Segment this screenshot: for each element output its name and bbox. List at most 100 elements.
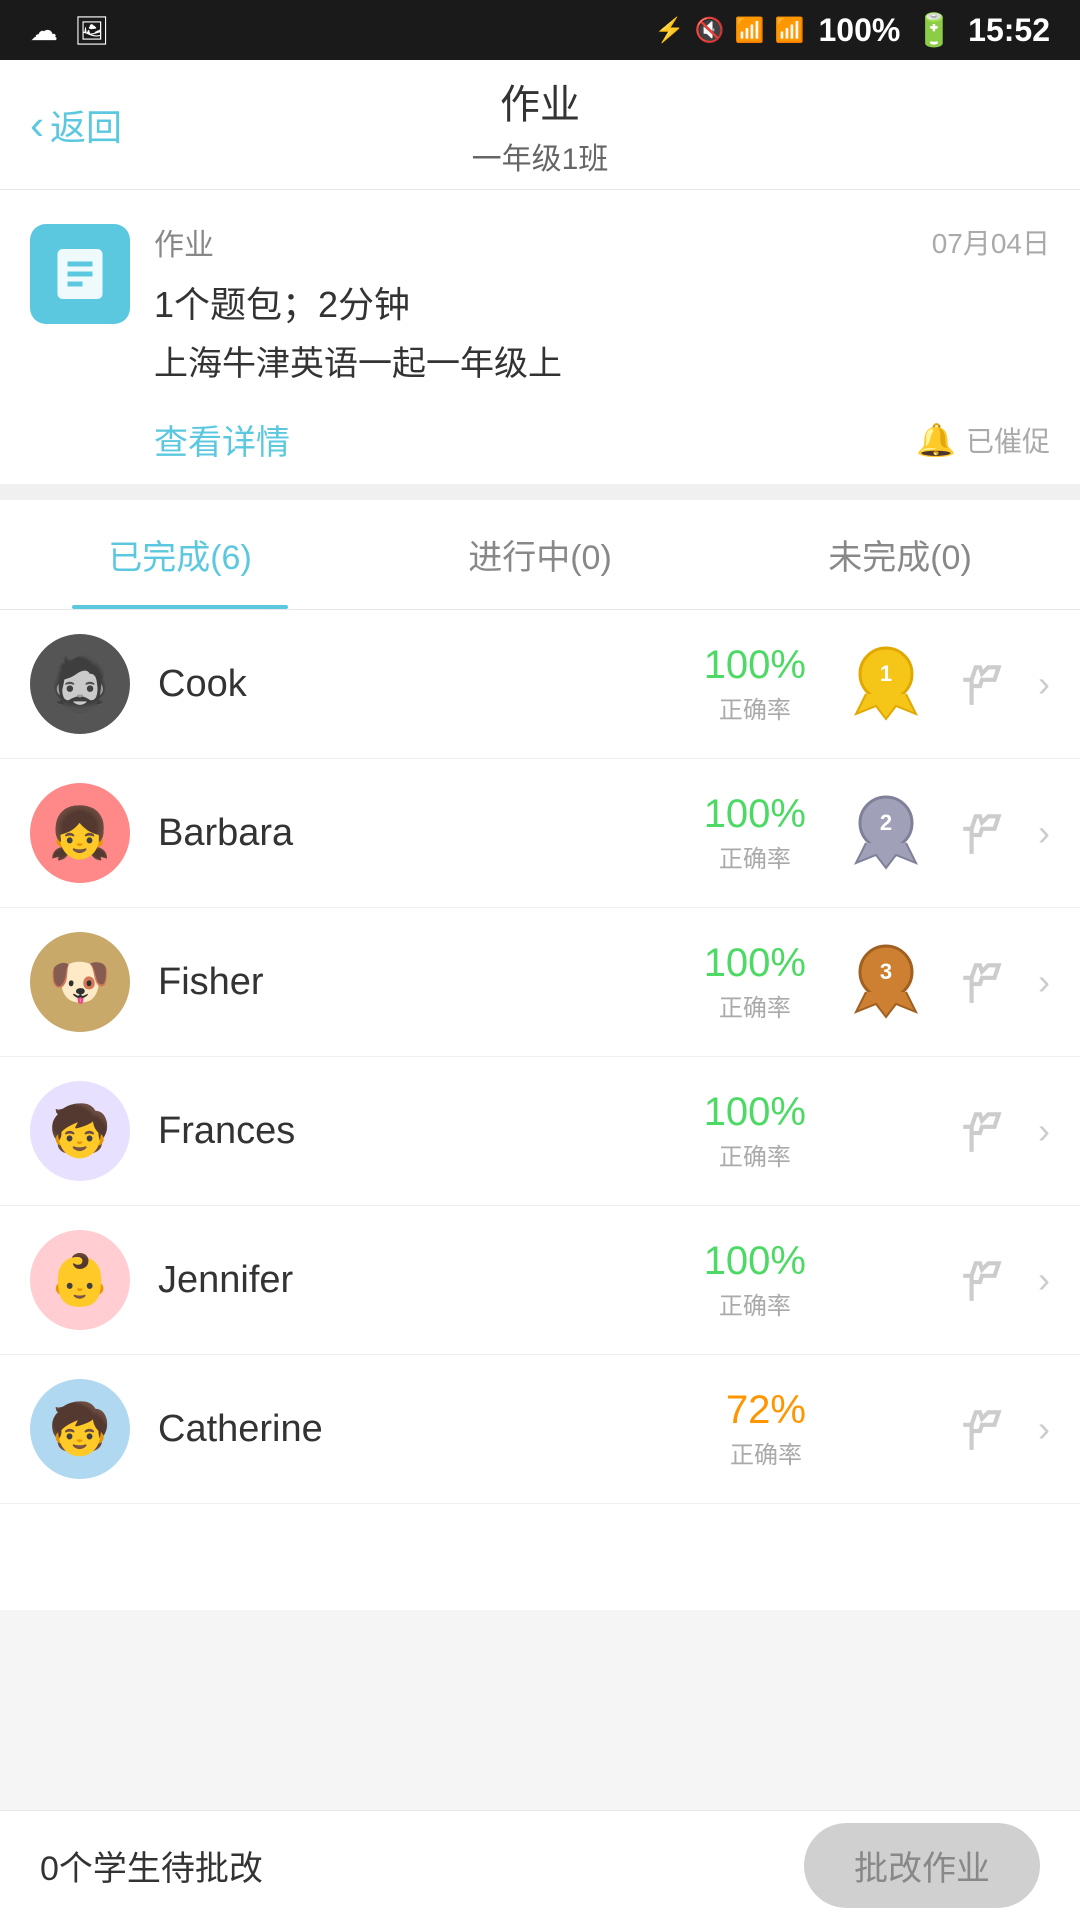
table-row[interactable]: 🐶 Fisher 100% 正确率 3 › (0, 908, 1080, 1057)
score-label: 正确率 (730, 1435, 802, 1470)
student-name: Catherine (158, 1408, 726, 1451)
chevron-right-icon: › (1038, 1408, 1050, 1450)
nav-header: ‹ 返回 作业 一年级1班 (0, 60, 1080, 190)
status-right-info: ⚡ 🔇 📶 📶 100% 🔋 15:52 (655, 11, 1050, 49)
chevron-right-icon: › (1038, 663, 1050, 705)
score-label: 正确率 (719, 839, 791, 874)
score-block: 100% 正确率 (704, 1090, 806, 1172)
no-medal-placeholder (846, 1240, 926, 1320)
student-name: Jennifer (158, 1259, 704, 1302)
pending-text: 0个学生待批改 (40, 1841, 263, 1890)
tab-completed[interactable]: 已完成(6) (0, 500, 360, 609)
avatar: 👶 (30, 1230, 130, 1330)
time-display: 15:52 (968, 12, 1050, 49)
silver-medal-icon: 2 (846, 793, 926, 873)
score-block: 100% 正确率 (704, 941, 806, 1023)
mute-icon: 🔇 (695, 16, 725, 45)
svg-text:1: 1 (880, 661, 892, 686)
student-score: 100% (704, 1090, 806, 1135)
status-connectivity: ⚡ 🔇 📶 📶 (655, 16, 805, 45)
student-score: 100% (704, 941, 806, 986)
page-subtitle: 一年级1班 (472, 134, 609, 178)
homework-card: 作业 07月04日 1个题包；2分钟 上海牛津英语一起一年级上 查看详情 🔔 已… (0, 190, 1080, 484)
empty-area (0, 1610, 1080, 1810)
homework-desc1: 1个题包；2分钟 (154, 276, 1050, 328)
homework-top-row: 作业 07月04日 (154, 220, 1050, 264)
score-block: 100% 正确率 (704, 643, 806, 725)
table-row[interactable]: 👶 Jennifer 100% 正确率 › (0, 1206, 1080, 1355)
like-button[interactable] (946, 1393, 1018, 1465)
student-name: Barbara (158, 812, 704, 855)
back-label: 返回 (50, 99, 122, 151)
bronze-medal-icon: 3 (846, 942, 926, 1022)
chevron-right-icon: › (1038, 961, 1050, 1003)
back-arrow-icon: ‹ (30, 101, 44, 149)
status-bar: ☁ 🖼 ⚡ 🔇 📶 📶 100% 🔋 15:52 (0, 0, 1080, 60)
back-button[interactable]: ‹ 返回 (30, 99, 122, 151)
no-medal-placeholder (846, 1389, 926, 1469)
avatar: 🧒 (30, 1379, 130, 1479)
like-button[interactable] (946, 1095, 1018, 1167)
avatar: 👧 (30, 783, 130, 883)
image-icon: 🖼 (74, 14, 110, 47)
homework-desc2: 上海牛津英语一起一年级上 (154, 336, 1050, 385)
student-list: 🧔 Cook 100% 正确率 1 › 👧 Barbara 100% 正确率 (0, 610, 1080, 1610)
tab-ongoing[interactable]: 进行中(0) (360, 500, 720, 609)
like-button[interactable] (946, 797, 1018, 869)
remind-section: 🔔 已催促 (916, 420, 1050, 460)
signal-icon: 📶 (775, 16, 805, 45)
gold-medal-icon: 1 (846, 644, 926, 724)
student-score: 72% (726, 1388, 806, 1433)
student-score: 100% (704, 643, 806, 688)
student-score: 100% (704, 1239, 806, 1284)
wifi-icon: 📶 (735, 16, 765, 45)
bell-icon: 🔔 (916, 421, 956, 459)
tab-bar: 已完成(6) 进行中(0) 未完成(0) (0, 500, 1080, 610)
table-row[interactable]: 🧒 Catherine 72% 正确率 › (0, 1355, 1080, 1504)
score-label: 正确率 (719, 988, 791, 1023)
battery-icon: 🔋 (914, 11, 954, 49)
student-name: Fisher (158, 961, 704, 1004)
student-name: Cook (158, 663, 704, 706)
document-icon (50, 244, 110, 304)
tab-incomplete[interactable]: 未完成(0) (720, 500, 1080, 609)
table-row[interactable]: 🧔 Cook 100% 正确率 1 › (0, 610, 1080, 759)
grade-button[interactable]: 批改作业 (804, 1823, 1040, 1908)
homework-date: 07月04日 (932, 222, 1050, 262)
score-block: 72% 正确率 (726, 1388, 806, 1470)
avatar: 🐶 (30, 932, 130, 1032)
homework-label: 作业 (154, 220, 214, 264)
avatar: 🧔 (30, 634, 130, 734)
chevron-right-icon: › (1038, 1110, 1050, 1152)
score-label: 正确率 (719, 1286, 791, 1321)
chevron-right-icon: › (1038, 812, 1050, 854)
like-button[interactable] (946, 1244, 1018, 1316)
section-divider (0, 484, 1080, 500)
score-block: 100% 正确率 (704, 1239, 806, 1321)
like-button[interactable] (946, 946, 1018, 1018)
table-row[interactable]: 🧒 Frances 100% 正确率 › (0, 1057, 1080, 1206)
score-label: 正确率 (719, 1137, 791, 1172)
like-button[interactable] (946, 648, 1018, 720)
avatar: 🧒 (30, 1081, 130, 1181)
score-label: 正确率 (719, 690, 791, 725)
table-row[interactable]: 👧 Barbara 100% 正确率 2 › (0, 759, 1080, 908)
student-name: Frances (158, 1110, 704, 1153)
cloud-icon: ☁ (30, 14, 58, 47)
svg-text:2: 2 (880, 810, 892, 835)
homework-footer: 查看详情 🔔 已催促 (154, 405, 1050, 464)
student-score: 100% (704, 792, 806, 837)
score-block: 100% 正确率 (704, 792, 806, 874)
page-title: 作业 (500, 72, 580, 130)
homework-info: 作业 07月04日 1个题包；2分钟 上海牛津英语一起一年级上 查看详情 🔔 已… (154, 220, 1050, 464)
no-medal-placeholder (846, 1091, 926, 1171)
view-detail-link[interactable]: 查看详情 (154, 415, 290, 464)
status-left-icons: ☁ 🖼 (30, 14, 110, 47)
remind-label: 已催促 (966, 420, 1050, 460)
chevron-right-icon: › (1038, 1259, 1050, 1301)
bluetooth-icon: ⚡ (655, 16, 685, 45)
battery-percentage: 100% (818, 12, 900, 49)
bottom-bar: 0个学生待批改 批改作业 (0, 1810, 1080, 1920)
homework-icon (30, 224, 130, 324)
svg-text:3: 3 (880, 959, 892, 984)
